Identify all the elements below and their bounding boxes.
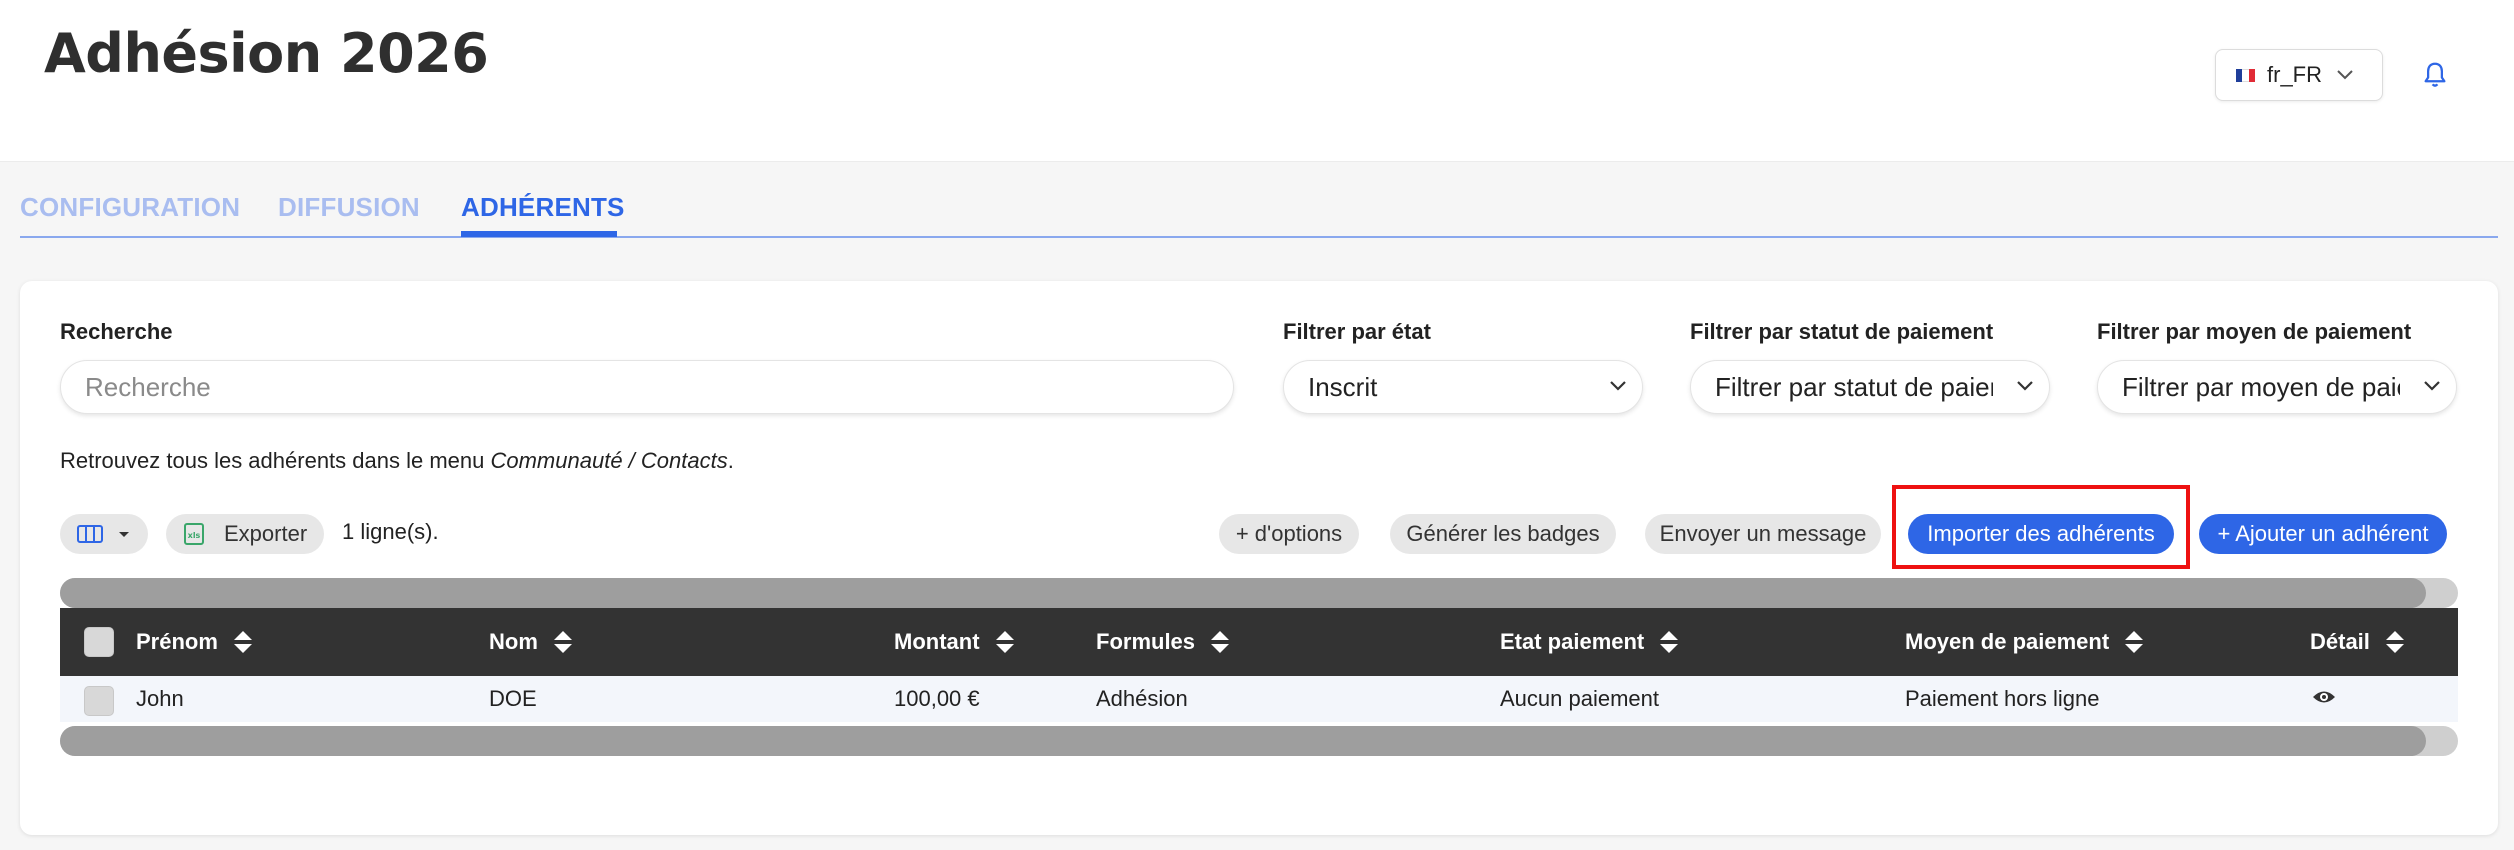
horizontal-scrollbar-top[interactable]	[60, 578, 2458, 608]
scrollbar-thumb[interactable]	[60, 726, 2426, 756]
sort-icon	[2385, 631, 2404, 653]
tab-adherents[interactable]: ADHÉRENTS	[461, 192, 625, 223]
bell-icon[interactable]	[2420, 60, 2450, 90]
column-header-formules[interactable]: Formules	[1096, 608, 1231, 676]
table-row: John DOE 100,00 € Adhésion Aucun paiemen…	[60, 676, 2458, 722]
column-header-prenom[interactable]: Prénom	[136, 608, 254, 676]
columns-icon	[77, 525, 103, 543]
info-suffix: .	[727, 448, 734, 473]
row-checkbox[interactable]	[84, 686, 114, 716]
sort-icon	[2125, 631, 2144, 653]
language-value: fr_FR	[2267, 62, 2322, 87]
cell-nom: DOE	[489, 686, 537, 711]
chevron-down-icon	[2424, 381, 2440, 391]
chevron-down-icon	[1610, 381, 1626, 391]
tab-bar: CONFIGURATION DIFFUSION ADHÉRENTS	[20, 190, 2498, 238]
cell-moyen-paiement: Paiement hors ligne	[1905, 686, 2100, 711]
contacts-info-text: Retrouvez tous les adhérents dans le men…	[60, 448, 734, 474]
cell-prenom: John	[136, 686, 184, 711]
export-label: Exporter	[224, 521, 308, 546]
caret-down-icon	[119, 532, 129, 537]
tab-diffusion[interactable]: DIFFUSION	[278, 192, 420, 223]
state-filter-value: Inscrit	[1308, 371, 1378, 402]
column-label: Etat paiement	[1500, 629, 1645, 654]
column-label: Moyen de paiement	[1905, 629, 2110, 654]
send-message-button[interactable]: Envoyer un message	[1645, 514, 1881, 554]
sort-icon	[553, 631, 572, 653]
payment-status-filter-select[interactable]: Filtrer par statut de paiement	[1690, 360, 2050, 414]
sort-icon	[1660, 631, 1679, 653]
column-header-etat-paiement[interactable]: Etat paiement	[1500, 608, 1680, 676]
column-label: Montant	[894, 629, 980, 654]
generate-badges-button[interactable]: Générer les badges	[1390, 514, 1616, 554]
scrollbar-thumb[interactable]	[60, 578, 2426, 608]
sort-icon	[233, 631, 252, 653]
column-header-nom[interactable]: Nom	[489, 608, 574, 676]
column-header-montant[interactable]: Montant	[894, 608, 1016, 676]
search-input[interactable]: Recherche	[60, 360, 1234, 414]
table-header: Prénom Nom Montant Formules Etat paiemen…	[60, 608, 2458, 676]
svg-text:xls: xls	[188, 531, 201, 540]
chevron-down-icon	[2017, 381, 2033, 391]
excel-icon: xls	[184, 523, 204, 545]
select-all-checkbox[interactable]	[84, 627, 114, 657]
page-title: Adhésion 2026	[44, 22, 489, 85]
column-header-detail[interactable]: Détail	[2310, 608, 2406, 676]
column-label: Détail	[2310, 629, 2370, 654]
cell-montant: 100,00 €	[894, 686, 980, 711]
column-label: Formules	[1096, 629, 1196, 654]
column-visibility-button[interactable]	[60, 514, 148, 554]
france-flag-icon	[2236, 68, 2255, 82]
contacts-menu-link: Communauté / Contacts	[490, 448, 728, 473]
export-button[interactable]: xls Exporter	[166, 514, 324, 554]
payment-status-filter-label: Filtrer par statut de paiement	[1690, 319, 1994, 344]
state-filter-label: Filtrer par état	[1283, 319, 1431, 344]
info-prefix: Retrouvez tous les adhérents dans le men…	[60, 448, 491, 473]
row-count: 1 ligne(s).	[342, 519, 439, 544]
payment-method-filter-label: Filtrer par moyen de paiement	[2097, 319, 2412, 344]
payment-method-filter-select[interactable]: Filtrer par moyen de paiement	[2097, 360, 2457, 414]
cell-formules: Adhésion	[1096, 686, 1188, 711]
members-card: Recherche Recherche Filtrer par état Ins…	[20, 281, 2498, 835]
sort-icon	[995, 631, 1014, 653]
search-placeholder: Recherche	[85, 371, 211, 402]
column-header-moyen-paiement[interactable]: Moyen de paiement	[1905, 608, 2145, 676]
chevron-down-icon	[2337, 70, 2353, 80]
column-label: Prénom	[136, 629, 218, 654]
active-tab-indicator	[461, 231, 617, 237]
detail-cell	[2312, 676, 2336, 722]
search-label: Recherche	[60, 319, 173, 344]
payment-status-filter-value: Filtrer par statut de paiement	[1715, 371, 1993, 402]
add-member-button[interactable]: + Ajouter un adhérent	[2199, 514, 2447, 554]
highlight-box	[1892, 485, 2190, 569]
sort-icon	[1211, 631, 1230, 653]
state-filter-select[interactable]: Inscrit	[1283, 360, 1643, 414]
column-label: Nom	[489, 629, 538, 654]
horizontal-scrollbar-bottom[interactable]	[60, 726, 2458, 756]
eye-icon[interactable]	[2312, 689, 2336, 705]
payment-method-filter-value: Filtrer par moyen de paiement	[2122, 371, 2400, 402]
more-options-button[interactable]: + d'options	[1219, 514, 1359, 554]
cell-etat-paiement: Aucun paiement	[1500, 686, 1659, 711]
language-selector[interactable]: fr_FR	[2215, 49, 2383, 101]
top-bar: Adhésion 2026 fr_FR	[0, 0, 2514, 162]
tab-configuration[interactable]: CONFIGURATION	[20, 192, 240, 223]
